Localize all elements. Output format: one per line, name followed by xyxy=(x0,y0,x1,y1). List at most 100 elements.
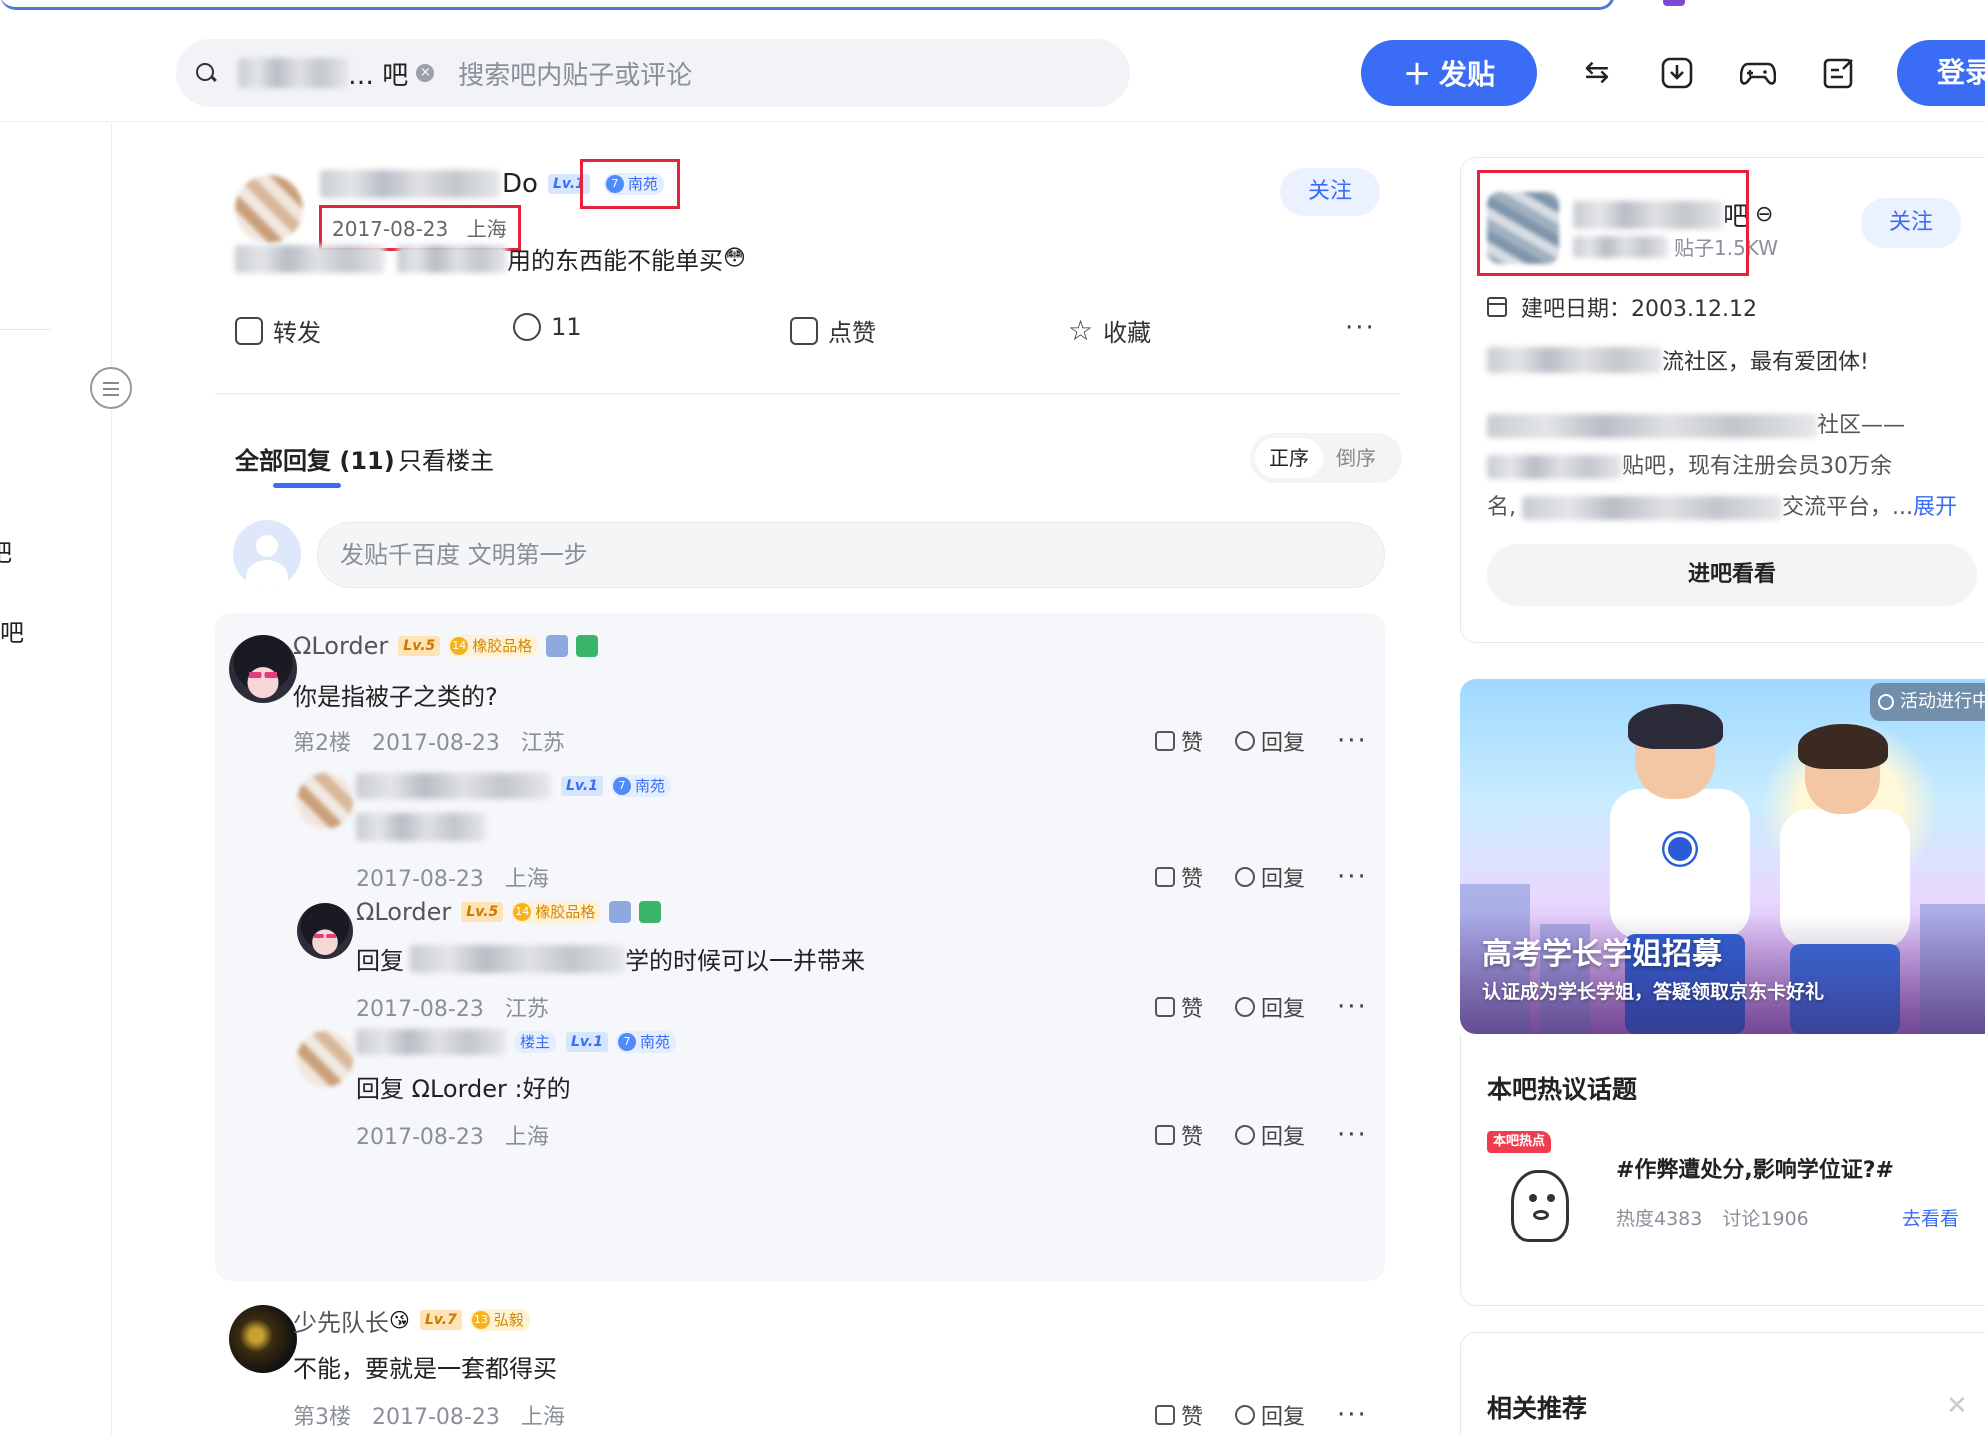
level-badge: Lv.1 xyxy=(561,776,603,796)
activity-label: 活动进行中 xyxy=(1900,691,1985,712)
founded-label: 建吧日期：2003.12.12 xyxy=(1521,297,1757,322)
more-icon[interactable]: ··· xyxy=(1337,1120,1368,1150)
follow-forum-button[interactable]: 关注 xyxy=(1861,198,1961,248)
sort-desc[interactable]: 倒序 xyxy=(1336,438,1396,478)
close-icon[interactable]: ✕ xyxy=(1946,1391,1968,1421)
follow-button[interactable]: 关注 xyxy=(1280,168,1380,216)
avatar[interactable] xyxy=(297,773,353,829)
reply-icon[interactable] xyxy=(1235,997,1256,1017)
comment-date: 2017-08-23 xyxy=(372,731,500,756)
reply-icon[interactable] xyxy=(1235,1405,1256,1425)
sort-toggle[interactable]: 正序 倒序 xyxy=(1250,433,1402,483)
reply-button[interactable]: 回复 xyxy=(1261,861,1305,893)
comment-button[interactable]: 11 xyxy=(513,313,582,341)
reply-button[interactable]: 回复 xyxy=(1261,991,1305,1023)
gem-icon: 14 xyxy=(513,903,532,921)
avatar[interactable] xyxy=(229,1305,297,1373)
more-icon[interactable]: ··· xyxy=(1345,313,1376,343)
badge-icon xyxy=(546,635,569,657)
founded-date: 建吧日期：2003.12.12 xyxy=(1487,291,1757,323)
gem-icon: 7 xyxy=(612,777,631,795)
like-button[interactable]: 赞 xyxy=(1181,861,1203,893)
comment-author[interactable]: ΩLorder xyxy=(356,898,451,926)
comment-author[interactable]: 少先队长 xyxy=(293,1303,389,1338)
address-bar[interactable] xyxy=(0,0,1615,10)
more-icon[interactable]: ··· xyxy=(1337,992,1368,1022)
forum-chip[interactable]: … 吧 × xyxy=(238,53,435,93)
topic-illustration[interactable] xyxy=(1487,1154,1595,1262)
search-bar[interactable]: … 吧 × 搜索吧内贴子或评论 xyxy=(176,39,1130,107)
like-button[interactable]: 赞 xyxy=(1181,1119,1203,1151)
thumbs-up-icon[interactable] xyxy=(1155,867,1175,887)
reply-icon[interactable] xyxy=(1235,1125,1256,1145)
comment-actions: 赞 回复 ··· xyxy=(1155,1399,1368,1431)
reply-button[interactable]: 回复 xyxy=(1261,1119,1305,1151)
comment-meta: 2017-08-23 上海 xyxy=(356,861,549,893)
enter-forum-button[interactable]: 进吧看看 xyxy=(1487,544,1977,606)
reply-input[interactable]: 发贴千百度 文明第一步 xyxy=(317,522,1385,588)
thumbs-up-icon[interactable] xyxy=(1155,1125,1175,1145)
reply-icon[interactable] xyxy=(1235,731,1256,751)
reply-icon[interactable] xyxy=(1235,867,1256,887)
forum-slogan: 流社区，最有爱团体! xyxy=(1487,344,1869,376)
menu-icon[interactable] xyxy=(90,367,132,409)
extension-icon[interactable] xyxy=(1663,0,1685,6)
favorite-button[interactable]: ☆ 收藏 xyxy=(1068,313,1151,348)
switch-icon[interactable]: ⇆ xyxy=(1580,56,1614,90)
blurred-author-name[interactable] xyxy=(320,170,500,198)
comment-meta: 2017-08-23 江苏 xyxy=(356,991,549,1023)
author-name[interactable]: Do xyxy=(502,169,538,199)
clear-icon[interactable]: × xyxy=(416,64,435,82)
promo-banner[interactable]: 活动进行中 高考学长学姐招募 认证成为学长学姐，答疑领取京东卡好礼 xyxy=(1460,679,1985,1034)
blurred-author-name[interactable] xyxy=(356,773,551,799)
more-icon[interactable]: ··· xyxy=(1337,1400,1368,1430)
sort-asc[interactable]: 正序 xyxy=(1255,438,1323,478)
more-icon[interactable]: ··· xyxy=(1337,726,1368,756)
floor-number: 第3楼 xyxy=(293,1405,351,1430)
more-icon[interactable]: ··· xyxy=(1337,862,1368,892)
reply-button[interactable]: 回复 xyxy=(1261,1399,1305,1431)
blurred-author-name[interactable] xyxy=(356,1029,506,1055)
expand-link[interactable]: 展开 xyxy=(1913,487,1957,528)
emoji-icon: 😳 xyxy=(723,246,746,271)
like-button[interactable]: 赞 xyxy=(1181,725,1203,757)
comment-meta: 第3楼 2017-08-23 上海 xyxy=(293,1399,565,1431)
hot-topic-title[interactable]: #作弊遭处分,影响学位证?# xyxy=(1616,1152,1894,1184)
gamepad-icon[interactable] xyxy=(1739,56,1777,90)
comment-text xyxy=(356,813,486,841)
share-button[interactable]: 转发 xyxy=(235,313,321,348)
edit-note-icon[interactable] xyxy=(1822,56,1856,90)
comment-date: 2017-08-23 xyxy=(356,997,484,1022)
like-button[interactable]: 赞 xyxy=(1181,991,1203,1023)
avatar[interactable] xyxy=(297,903,353,959)
like-button[interactable]: 点赞 xyxy=(790,313,876,348)
tab-all-replies[interactable]: 全部回复 (11) xyxy=(235,441,395,476)
hot-flag-badge: 本吧热点 xyxy=(1487,1131,1552,1153)
login-button[interactable]: 登录 xyxy=(1897,40,1985,106)
tab-only-op[interactable]: 只看楼主 xyxy=(398,441,494,476)
comment-author[interactable]: ΩLorder xyxy=(293,632,388,660)
avatar[interactable] xyxy=(229,635,297,703)
search-input[interactable]: 搜索吧内贴子或评论 xyxy=(458,55,692,92)
author-avatar[interactable] xyxy=(235,175,303,243)
comment-author-row: 楼主 Lv.1 7 南苑 xyxy=(356,1027,676,1057)
sidebar-item-forum[interactable]: 吧 xyxy=(0,613,24,648)
desc-line: 交流平台，... xyxy=(1782,495,1913,520)
divider xyxy=(0,329,50,330)
go-see-link[interactable]: 去看看 xyxy=(1902,1204,1959,1231)
blurred-text xyxy=(235,244,385,273)
reply-button[interactable]: 回复 xyxy=(1261,725,1305,757)
avatar[interactable] xyxy=(297,1031,353,1087)
like-button[interactable]: 赞 xyxy=(1181,1399,1203,1431)
reply-tabs: 全部回复 (11) 只看楼主 正序 倒序 xyxy=(235,423,1402,503)
thumbs-up-icon[interactable] xyxy=(1155,1405,1175,1425)
new-post-button[interactable]: ＋ 发贴 xyxy=(1361,40,1537,106)
sidebar-item-forum[interactable]: 吧 xyxy=(0,533,12,568)
thumbs-up-icon[interactable] xyxy=(1155,997,1175,1017)
comment-actions: 赞 回复 ··· xyxy=(1155,725,1368,757)
recommend-card: 相关推荐 ✕ xyxy=(1460,1332,1985,1435)
op-badge: 楼主 xyxy=(514,1031,557,1053)
blurred-text xyxy=(1487,347,1662,373)
download-icon[interactable] xyxy=(1660,56,1694,90)
thumbs-up-icon[interactable] xyxy=(1155,731,1175,751)
